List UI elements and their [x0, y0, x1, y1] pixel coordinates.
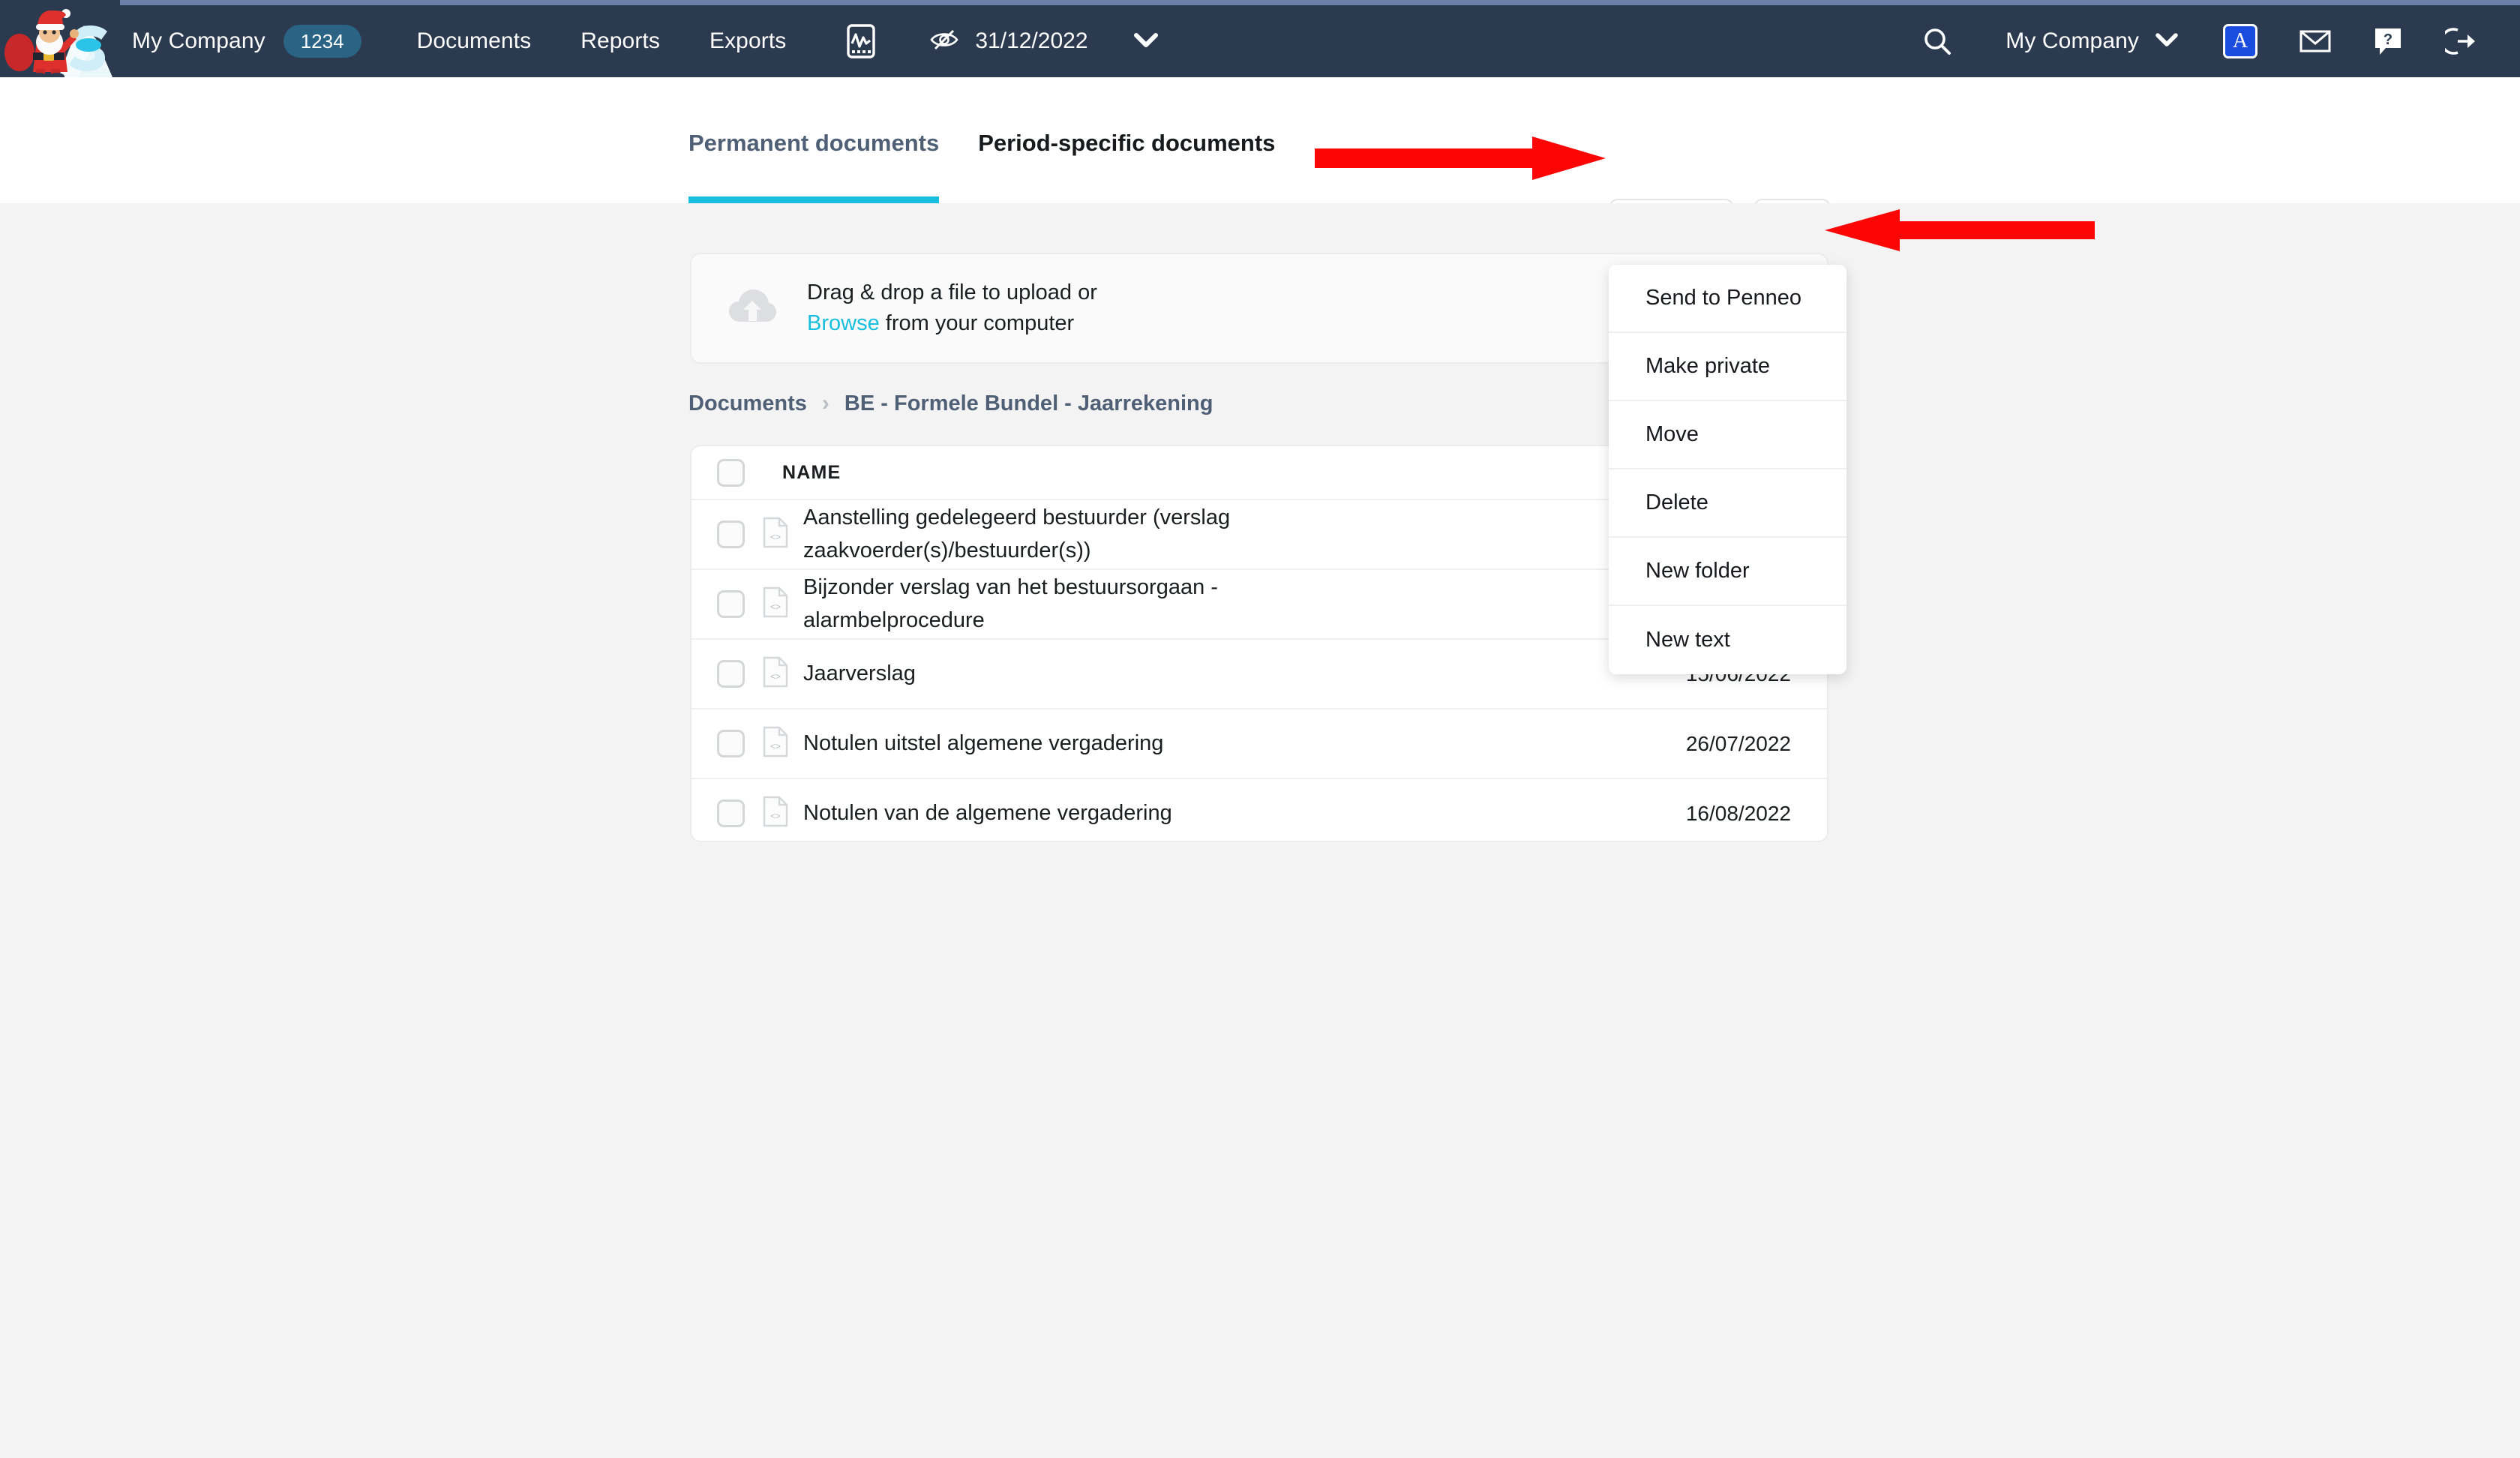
svg-text:?: ? [2384, 32, 2392, 48]
tab-permanent-documents[interactable]: Permanent documents [688, 77, 940, 203]
app-logo[interactable] [0, 0, 120, 77]
period-selector[interactable]: 31/12/2022 [928, 28, 1158, 55]
envelope-icon[interactable] [2300, 29, 2331, 53]
row-checkbox[interactable] [717, 590, 745, 618]
svg-text:<>: <> [770, 811, 781, 821]
svg-text:<>: <> [770, 671, 781, 682]
account-name-label: My Company [2006, 28, 2139, 53]
page-body: Permanent documents Period-specific docu… [0, 77, 2520, 1458]
menu-item-send-to-penneo[interactable]: Send to Penneo [1609, 265, 1846, 333]
document-name[interactable]: Jaarverslag [803, 658, 916, 691]
svg-text:<>: <> [770, 532, 781, 542]
document-tabs: Permanent documents Period-specific docu… [688, 77, 1275, 203]
chevron-right-icon: › [821, 391, 830, 416]
cloud-upload-icon [728, 287, 777, 330]
code-file-icon: <> [763, 796, 788, 831]
top-accent-strip [0, 0, 2520, 5]
table-row[interactable]: <> Notulen van de algemene vergadering 1… [692, 779, 1827, 841]
menu-item-make-private[interactable]: Make private [1609, 333, 1846, 401]
annotation-arrow-to-send-to-penneo [1825, 209, 2095, 251]
menu-item-new-text[interactable]: New text [1609, 606, 1846, 674]
code-file-icon: <> [763, 517, 788, 552]
logout-icon[interactable] [2445, 27, 2475, 56]
actions-dropdown-menu: Send to Penneo Make private Move Delete … [1609, 265, 1846, 674]
browse-link[interactable]: Browse [807, 311, 880, 335]
document-name[interactable]: Notulen uitstel algemene vergadering [803, 728, 1163, 760]
eye-crossed-icon [928, 28, 960, 55]
row-checkbox[interactable] [717, 800, 745, 827]
chevron-down-icon[interactable] [1133, 32, 1159, 52]
nav-link-documents[interactable]: Documents [417, 5, 532, 77]
svg-text:<>: <> [770, 602, 781, 612]
nav-link-reports[interactable]: Reports [580, 5, 660, 77]
upload-instructions: Drag & drop a file to upload or Browse f… [807, 278, 1097, 339]
document-date: 26/07/2022 [1685, 731, 1791, 755]
menu-item-delete[interactable]: Delete [1609, 470, 1846, 538]
row-checkbox[interactable] [717, 730, 745, 758]
a-badge-icon[interactable]: A [2223, 24, 2258, 58]
account-menu[interactable]: My Company [2006, 5, 2178, 77]
document-name[interactable]: Notulen van de algemene vergadering [803, 797, 1172, 830]
question-bubble-icon[interactable]: ? [2373, 26, 2403, 56]
company-id-badge[interactable]: 1234 [283, 25, 362, 58]
row-checkbox[interactable] [717, 660, 745, 688]
menu-item-move[interactable]: Move [1609, 401, 1846, 470]
content-area: Drag & drop a file to upload or Browse f… [0, 203, 2520, 1458]
period-date-label: 31/12/2022 [975, 28, 1088, 53]
annotation-arrow-to-actions [1315, 136, 1606, 180]
tab-period-specific-documents[interactable]: Period-specific documents [978, 77, 1275, 203]
chart-monitor-icon[interactable] [846, 24, 876, 58]
breadcrumb: Documents › BE - Formele Bundel - Jaarre… [688, 391, 1213, 416]
code-file-icon: <> [763, 586, 788, 622]
nav-company-name[interactable]: My Company [132, 5, 266, 77]
code-file-icon: <> [763, 726, 788, 761]
svg-text:<>: <> [770, 741, 781, 752]
row-checkbox[interactable] [717, 520, 745, 548]
breadcrumb-current[interactable]: BE - Formele Bundel - Jaarrekening [844, 392, 1214, 416]
search-icon[interactable] [1923, 27, 1952, 56]
chevron-down-icon [2156, 32, 2178, 51]
tabs-bar: Permanent documents Period-specific docu… [0, 77, 2520, 203]
breadcrumb-root[interactable]: Documents [688, 392, 807, 416]
upload-line-2: Browse from your computer [807, 308, 1097, 339]
upload-line-1: Drag & drop a file to upload or [807, 280, 1097, 304]
document-date: 16/08/2022 [1685, 801, 1791, 825]
table-row[interactable]: <> Notulen uitstel algemene vergadering … [692, 710, 1827, 779]
top-navbar: My Company 1234 Documents Reports Export… [0, 0, 2520, 77]
document-name[interactable]: Bijzonder verslag van het bestuursorgaan… [803, 572, 1381, 637]
select-all-checkbox[interactable] [717, 458, 745, 487]
column-header-name: NAME [782, 461, 842, 483]
menu-item-new-folder[interactable]: New folder [1609, 538, 1846, 606]
code-file-icon: <> [763, 656, 788, 692]
nav-company-label: My Company [132, 28, 266, 53]
upload-line-2-rest: from your computer [879, 311, 1075, 335]
document-name[interactable]: Aanstelling gedelegeerd bestuurder (vers… [803, 502, 1381, 567]
nav-link-exports[interactable]: Exports [710, 5, 786, 77]
